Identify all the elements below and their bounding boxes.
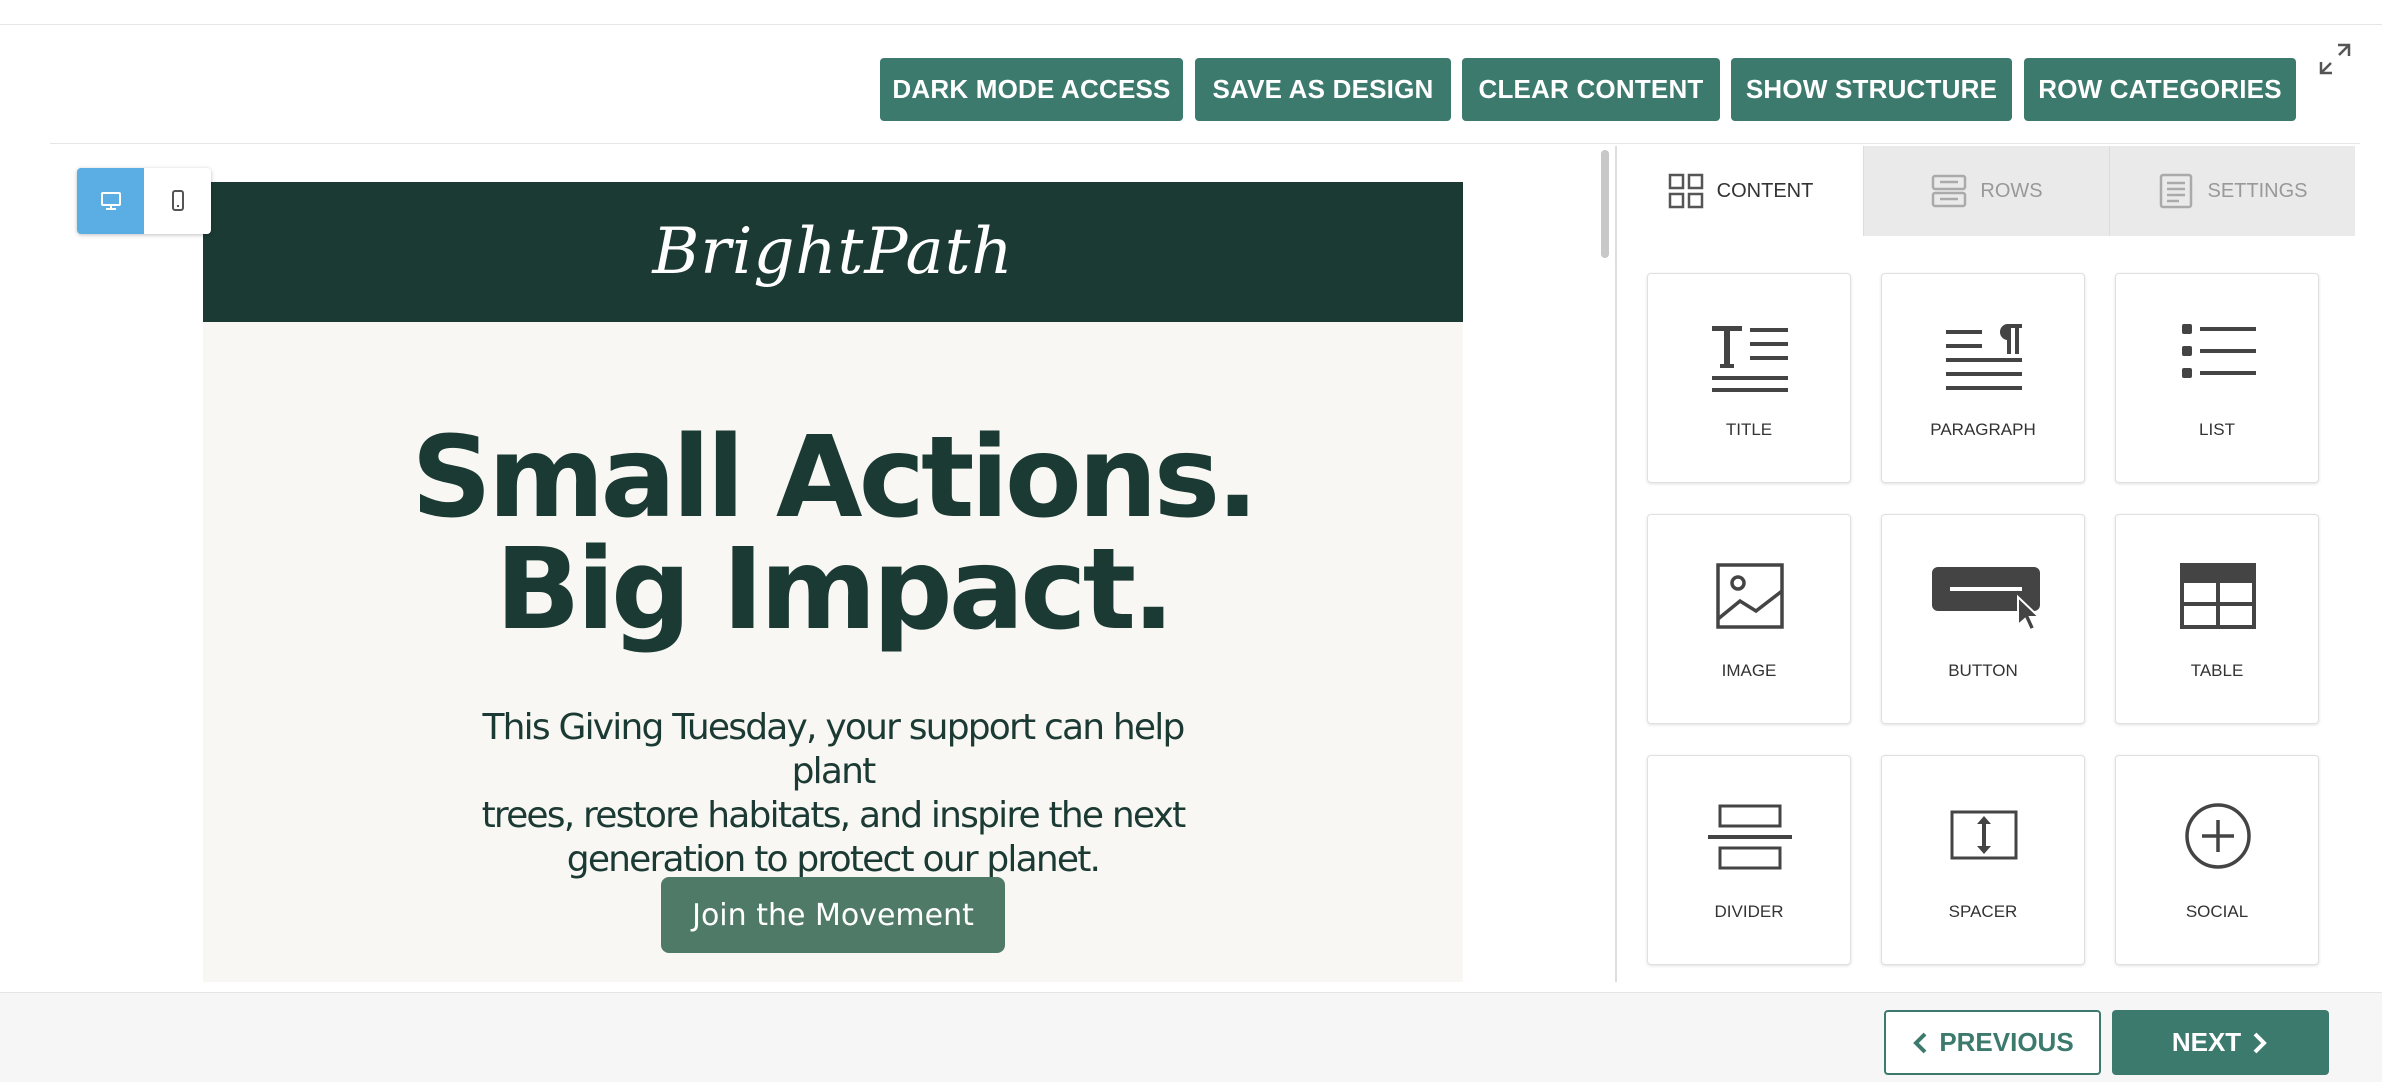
device-toggle bbox=[77, 168, 211, 234]
show-structure-button[interactable]: SHOW STRUCTURE bbox=[1731, 58, 2012, 121]
expand-icon[interactable] bbox=[2318, 42, 2352, 76]
desktop-view-button[interactable] bbox=[77, 168, 144, 234]
tab-settings[interactable]: SETTINGS bbox=[2109, 146, 2355, 236]
toolbar-divider bbox=[50, 143, 2360, 144]
title-icon bbox=[1712, 326, 1788, 392]
chevron-left-icon bbox=[1913, 1032, 1927, 1053]
block-social-label: SOCIAL bbox=[2185, 902, 2249, 921]
block-divider[interactable]: DIVIDER bbox=[1647, 755, 1851, 965]
spacer-icon bbox=[1950, 810, 2018, 860]
canvas-scrollbar[interactable] bbox=[1601, 150, 1609, 258]
block-spacer[interactable]: SPACER bbox=[1881, 755, 2085, 965]
previous-label: PREVIOUS bbox=[1939, 1027, 2074, 1057]
content-panel: CONTENT ROWS SETTINGS TITLE PARAGRAPH LI… bbox=[1617, 146, 2357, 982]
settings-doc-icon bbox=[2160, 173, 2193, 209]
grid-icon bbox=[1668, 173, 1703, 209]
tab-settings-label: SETTINGS bbox=[2207, 179, 2308, 202]
chevron-right-icon bbox=[2253, 1032, 2268, 1053]
block-button[interactable]: BUTTON bbox=[1881, 514, 2085, 724]
block-paragraph[interactable]: PARAGRAPH bbox=[1881, 273, 2085, 483]
desktop-icon bbox=[100, 192, 121, 210]
block-image-label: IMAGE bbox=[1721, 661, 1777, 680]
headline-line-2: Big Impact. bbox=[495, 525, 1175, 655]
subtext-line-2: trees, restore habitats, and inspire the… bbox=[481, 795, 1187, 836]
subtext-line-3: generation to protect our planet. bbox=[566, 839, 1101, 880]
block-list-label: LIST bbox=[2199, 420, 2235, 439]
block-divider-label: DIVIDER bbox=[1714, 902, 1784, 921]
tab-content-label: CONTENT bbox=[1716, 179, 1814, 202]
rows-icon bbox=[1932, 174, 1967, 208]
block-paragraph-label: PARAGRAPH bbox=[1930, 420, 2036, 439]
email-header[interactable]: BrightPath bbox=[203, 182, 1463, 322]
block-spacer-label: SPACER bbox=[1948, 902, 2018, 921]
hero-section[interactable]: Small Actions. Big Impact. This Giving T… bbox=[203, 322, 1463, 982]
tab-rows-label: ROWS bbox=[1980, 179, 2043, 202]
join-movement-button[interactable]: Join the Movement bbox=[661, 877, 1005, 953]
mobile-view-button[interactable] bbox=[144, 168, 211, 234]
table-icon bbox=[2180, 563, 2256, 629]
hero-subtext: This Giving Tuesday, your support can he… bbox=[453, 706, 1213, 882]
social-icon bbox=[2185, 803, 2251, 869]
next-label: NEXT bbox=[2171, 1027, 2242, 1057]
block-title[interactable]: TITLE bbox=[1647, 273, 1851, 483]
list-icon bbox=[2182, 324, 2256, 378]
divider-icon bbox=[1708, 804, 1792, 870]
image-icon bbox=[1716, 563, 1784, 629]
block-button-label: BUTTON bbox=[1948, 661, 2018, 680]
tab-content[interactable]: CONTENT bbox=[1617, 146, 1863, 236]
clear-content-button[interactable]: CLEAR CONTENT bbox=[1462, 58, 1720, 121]
dark-mode-access-button[interactable]: DARK MODE ACCESS bbox=[880, 58, 1183, 121]
block-title-label: TITLE bbox=[1725, 420, 1773, 439]
mobile-icon bbox=[171, 190, 184, 211]
block-social[interactable]: SOCIAL bbox=[2115, 755, 2319, 965]
next-button[interactable]: NEXT bbox=[2112, 1010, 2329, 1075]
brand-logo: BrightPath bbox=[652, 215, 1014, 289]
block-table-label: TABLE bbox=[2190, 661, 2244, 680]
paragraph-icon bbox=[1946, 324, 2022, 390]
block-image[interactable]: IMAGE bbox=[1647, 514, 1851, 724]
button-icon bbox=[1932, 567, 2042, 632]
subtext-line-1: This Giving Tuesday, your support can he… bbox=[482, 707, 1185, 792]
block-table[interactable]: TABLE bbox=[2115, 514, 2319, 724]
previous-button[interactable]: PREVIOUS bbox=[1884, 1010, 2101, 1075]
row-categories-button[interactable]: ROW CATEGORIES bbox=[2024, 58, 2296, 121]
top-divider bbox=[0, 24, 2382, 25]
headline-line-1: Small Actions. bbox=[411, 413, 1259, 543]
headline: Small Actions. Big Impact. bbox=[203, 422, 1463, 646]
block-list[interactable]: LIST bbox=[2115, 273, 2319, 483]
tab-rows[interactable]: ROWS bbox=[1863, 146, 2109, 236]
save-as-design-button[interactable]: SAVE AS DESIGN bbox=[1195, 58, 1451, 121]
panel-tabs: CONTENT ROWS SETTINGS bbox=[1617, 146, 2357, 236]
email-canvas[interactable]: BrightPath Small Actions. Big Impact. Th… bbox=[203, 182, 1463, 982]
